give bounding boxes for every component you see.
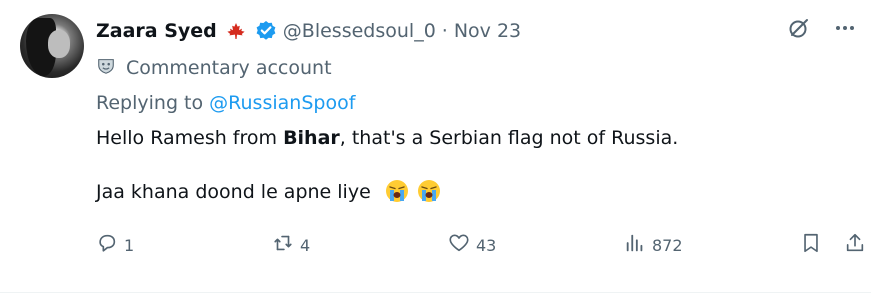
views-icon [624,232,646,258]
like-icon [448,232,470,258]
bookmark-icon [800,232,822,258]
commentary-icon [96,56,116,81]
more-icon[interactable] [833,16,857,40]
canada-flag-icon [223,22,249,40]
tweet-text-line-2-text: Jaa khana doond le apne liye [96,181,371,203]
repost-icon [272,232,294,258]
separator-dot: · [441,20,448,42]
account-label-text: Commentary account [126,57,332,79]
verified-badge-icon[interactable] [255,20,277,42]
views-button[interactable]: 872 [624,230,683,260]
reply-count: 1 [124,235,135,255]
tweet-actions: 1 4 43 872 [96,230,871,260]
replying-to-prefix: Replying to [96,92,204,114]
replying-to: Replying to @RussianSpoof [96,92,355,114]
author-handle[interactable]: @Blessedsoul_0 [283,20,436,42]
like-button[interactable]: 43 [448,230,496,260]
tweet-text-line-1: Hello Ramesh from Bihar, that's a Serbia… [96,125,836,151]
tweet-text-line-2: Jaa khana doond le apne liye [96,179,836,205]
tweet-text: Hello Ramesh from Bihar, that's a Serbia… [96,125,836,205]
share-icon [844,232,866,258]
bookmark-button[interactable] [800,230,822,260]
author-name[interactable]: Zaara Syed [96,20,217,42]
tweet-header: Zaara Syed @Blessedsoul_0 · Nov 23 [96,16,521,46]
avatar-face [48,30,70,58]
account-label[interactable]: Commentary account [96,54,332,82]
reply-icon [96,232,118,258]
tweet-text-post: , that's a Serbian flag not of Russia. [339,127,679,149]
replying-to-mention[interactable]: @RussianSpoof [209,92,355,114]
loudly-crying-face-emoji [415,180,441,203]
like-count: 43 [476,235,497,255]
share-button[interactable] [844,230,866,260]
views-count: 872 [652,235,683,255]
avatar[interactable] [20,14,84,78]
tweet-text-pre: Hello Ramesh from [96,127,284,149]
tweet-date[interactable]: Nov 23 [454,20,521,42]
tweet-text-bold: Bihar [283,127,340,149]
tweet-top-actions [787,16,857,40]
tweet-card[interactable]: Zaara Syed @Blessedsoul_0 · Nov 23 Comme… [0,0,871,293]
grok-icon[interactable] [787,16,811,40]
loudly-crying-face-emoji [371,180,415,203]
repost-button[interactable]: 4 [272,230,310,260]
reply-button[interactable]: 1 [96,230,134,260]
repost-count: 4 [300,235,311,255]
